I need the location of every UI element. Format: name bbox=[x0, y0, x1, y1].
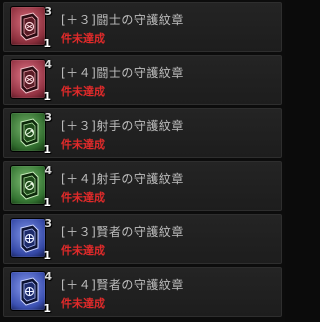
quantity-label: 1 bbox=[43, 196, 51, 209]
blue-crest-icon bbox=[10, 271, 46, 311]
tier-label: 3 bbox=[44, 217, 52, 230]
quantity-label: 1 bbox=[43, 302, 51, 315]
blue-crest-icon bbox=[10, 218, 46, 258]
tier-label: 4 bbox=[44, 270, 52, 283]
quantity-label: 1 bbox=[43, 249, 51, 262]
list-item[interactable]: 3 1 [＋３]闘士の守護紋章 件未達成 bbox=[3, 2, 282, 52]
item-name: [＋３]賢者の守護紋章 bbox=[61, 225, 184, 239]
item-name: [＋４]賢者の守護紋章 bbox=[61, 278, 184, 292]
status-text: 件未達成 bbox=[61, 32, 105, 45]
status-text: 件未達成 bbox=[61, 191, 105, 204]
quantity-label: 1 bbox=[43, 90, 51, 103]
status-text: 件未達成 bbox=[61, 138, 105, 151]
item-icon-slot: 3 1 bbox=[10, 217, 52, 262]
item-icon-slot: 3 1 bbox=[10, 5, 52, 50]
item-icon-slot: 4 1 bbox=[10, 270, 52, 315]
item-icon-slot: 4 1 bbox=[10, 58, 52, 103]
item-name: [＋３]闘士の守護紋章 bbox=[61, 13, 184, 27]
crest-list: 3 1 [＋３]闘士の守護紋章 件未達成 4 1 [＋４]闘士の守護紋章 件未達… bbox=[0, 0, 285, 322]
status-text: 件未達成 bbox=[61, 297, 105, 310]
list-item[interactable]: 3 1 [＋３]射手の守護紋章 件未達成 bbox=[3, 108, 282, 158]
red-crest-icon bbox=[10, 59, 46, 99]
green-crest-icon bbox=[10, 165, 46, 205]
item-name: [＋４]射手の守護紋章 bbox=[61, 172, 184, 186]
item-icon-slot: 4 1 bbox=[10, 164, 52, 209]
quantity-label: 1 bbox=[43, 143, 51, 156]
tier-label: 3 bbox=[44, 111, 52, 124]
status-text: 件未達成 bbox=[61, 85, 105, 98]
red-crest-icon bbox=[10, 6, 46, 46]
item-name: [＋３]射手の守護紋章 bbox=[61, 119, 184, 133]
item-icon-slot: 3 1 bbox=[10, 111, 52, 156]
list-item[interactable]: 4 1 [＋４]射手の守護紋章 件未達成 bbox=[3, 161, 282, 211]
list-item[interactable]: 4 1 [＋４]賢者の守護紋章 件未達成 bbox=[3, 267, 282, 317]
tier-label: 3 bbox=[44, 5, 52, 18]
tier-label: 4 bbox=[44, 58, 52, 71]
tier-label: 4 bbox=[44, 164, 52, 177]
item-name: [＋４]闘士の守護紋章 bbox=[61, 66, 184, 80]
status-text: 件未達成 bbox=[61, 244, 105, 257]
green-crest-icon bbox=[10, 112, 46, 152]
list-item[interactable]: 4 1 [＋４]闘士の守護紋章 件未達成 bbox=[3, 55, 282, 105]
quantity-label: 1 bbox=[43, 37, 51, 50]
list-item[interactable]: 3 1 [＋３]賢者の守護紋章 件未達成 bbox=[3, 214, 282, 264]
